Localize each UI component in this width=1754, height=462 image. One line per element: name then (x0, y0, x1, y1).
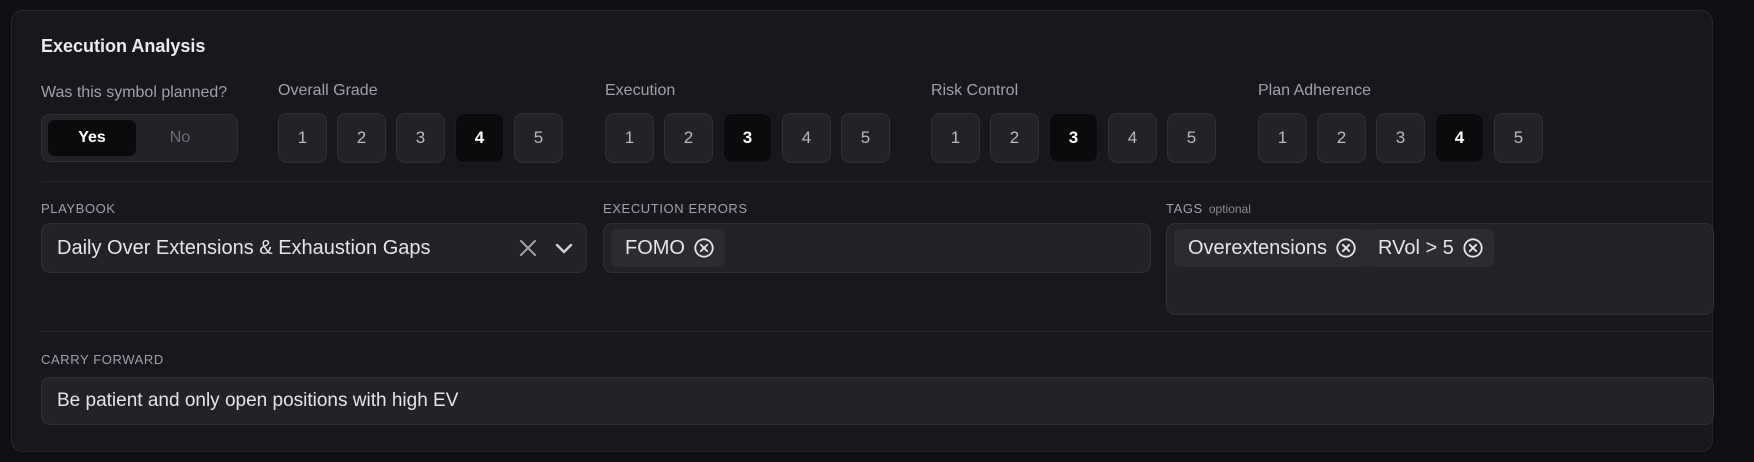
execution-grade-2-button[interactable]: 2 (664, 113, 713, 163)
overall-grade-2-button[interactable]: 2 (337, 113, 386, 163)
overall-grade-3-button[interactable]: 3 (396, 113, 445, 163)
plan-adherence-grade-5-button[interactable]: 5 (1494, 113, 1543, 163)
execution-errors-label: EXECUTION ERRORS (603, 201, 748, 216)
chevron-down-icon[interactable] (552, 236, 576, 260)
overall-grade-4-button[interactable]: 4 (455, 113, 504, 163)
tags-label-text: TAGS (1166, 201, 1203, 216)
planned-yes-option[interactable]: Yes (48, 120, 136, 156)
execution-grade-3-button[interactable]: 3 (723, 113, 772, 163)
overall-grade-label: Overall Grade (278, 82, 378, 99)
planned-label: Was this symbol planned? (41, 84, 228, 101)
risk-control-grade-3-button[interactable]: 3 (1049, 113, 1098, 163)
execution-error-chip-label: FOMO (625, 236, 685, 259)
tags-label: TAGS optional (1166, 201, 1251, 216)
playbook-label: PLAYBOOK (41, 201, 116, 216)
plan-adherence-grade-3-button[interactable]: 3 (1376, 113, 1425, 163)
tag-chip: RVol > 5 (1364, 229, 1494, 267)
plan-adherence-grade-label: Plan Adherence (1258, 82, 1371, 99)
carry-forward-input[interactable]: Be patient and only open positions with … (41, 377, 1714, 425)
execution-grade-4-button[interactable]: 4 (782, 113, 831, 163)
playbook-select[interactable]: Daily Over Extensions & Exhaustion Gaps (41, 223, 587, 273)
carry-forward-value: Be patient and only open positions with … (57, 390, 459, 411)
risk-control-grade-1-button[interactable]: 1 (931, 113, 980, 163)
tag-chip-label: RVol > 5 (1378, 236, 1454, 259)
risk-control-grade-label: Risk Control (931, 82, 1019, 99)
tag-chip-label: Overextensions (1188, 236, 1327, 259)
risk-control-grade-4-button[interactable]: 4 (1108, 113, 1157, 163)
execution-grade-1-button[interactable]: 1 (605, 113, 654, 163)
tags-optional-label: optional (1208, 202, 1251, 216)
playbook-value: Daily Over Extensions & Exhaustion Gaps (57, 237, 431, 259)
execution-grade-label: Execution (605, 82, 676, 99)
section-title: Execution Analysis (41, 36, 206, 56)
plan-adherence-grade-group: Plan Adherence 1 2 3 4 5 (1258, 80, 1543, 163)
overall-grade-5-button[interactable]: 5 (514, 113, 563, 163)
divider (41, 181, 1713, 182)
carry-forward-label: CARRY FORWARD (41, 352, 164, 367)
remove-chip-icon[interactable] (1335, 237, 1357, 259)
risk-control-grade-2-button[interactable]: 2 (990, 113, 1039, 163)
clear-icon[interactable] (516, 236, 540, 260)
plan-adherence-grade-2-button[interactable]: 2 (1317, 113, 1366, 163)
tags-field[interactable]: Overextensions RVol > 5 (1166, 223, 1714, 315)
tag-chip: Overextensions (1174, 229, 1367, 267)
divider (41, 331, 1713, 332)
risk-control-grade-group: Risk Control 1 2 3 4 5 (931, 80, 1216, 163)
remove-chip-icon[interactable] (693, 237, 715, 259)
remove-chip-icon[interactable] (1462, 237, 1484, 259)
execution-grade-group: Execution 1 2 3 4 5 (605, 80, 890, 163)
planned-toggle: Yes No (41, 114, 238, 162)
plan-adherence-grade-4-button[interactable]: 4 (1435, 113, 1484, 163)
overall-grade-group: Overall Grade 1 2 3 4 5 (278, 80, 563, 163)
plan-adherence-grade-1-button[interactable]: 1 (1258, 113, 1307, 163)
execution-grade-5-button[interactable]: 5 (841, 113, 890, 163)
planned-group: Was this symbol planned? Yes No (41, 80, 238, 162)
risk-control-grade-5-button[interactable]: 5 (1167, 113, 1216, 163)
planned-no-option[interactable]: No (136, 120, 224, 156)
execution-error-chip: FOMO (611, 229, 725, 267)
overall-grade-1-button[interactable]: 1 (278, 113, 327, 163)
execution-errors-field[interactable]: FOMO (603, 223, 1151, 273)
